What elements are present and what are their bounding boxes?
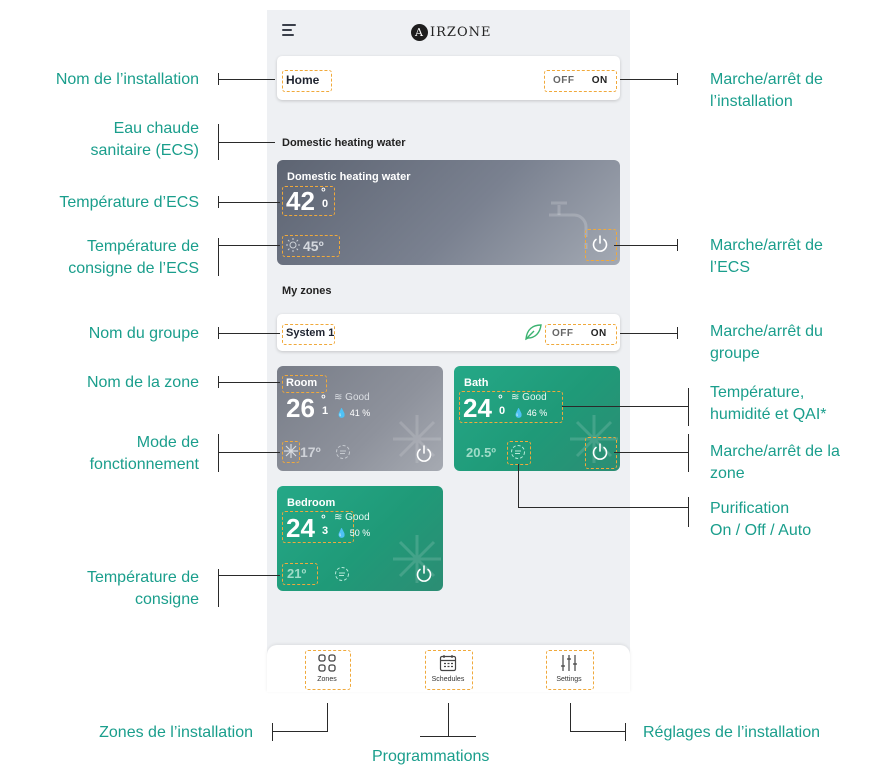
- annotation-group-onoff: Marche/arrêt du groupe: [710, 323, 823, 362]
- annotation-purification: Purification On / Off / Auto: [710, 500, 812, 539]
- group-onoff-toggle[interactable]: OFF ON: [552, 328, 607, 339]
- group-name[interactable]: System 1: [286, 327, 334, 339]
- annotation-dhw-temp: Température d’ECS: [59, 194, 199, 211]
- annotation-setpoint: Température de consigne: [86, 569, 199, 608]
- purification-icon[interactable]: [510, 444, 526, 460]
- nav-schedules[interactable]: Schedules: [424, 676, 472, 683]
- zone-setpoint[interactable]: 20.5º: [466, 445, 496, 460]
- humidity-icon: 💧: [336, 408, 348, 418]
- annotation-settings-install: Réglages de l’installation: [643, 724, 820, 741]
- dhw-temperature: 42: [286, 186, 315, 216]
- air-quality-icon: ≋: [334, 392, 343, 403]
- iaq-value: Good: [522, 392, 547, 403]
- menu-icon[interactable]: [282, 24, 296, 39]
- dhw-section-title: Domestic heating water: [282, 137, 406, 149]
- sun-icon: [286, 238, 300, 252]
- purification-icon[interactable]: [335, 444, 351, 460]
- zone-name: Room: [286, 377, 318, 389]
- on-label: ON: [591, 75, 608, 86]
- on-label: ON: [590, 328, 607, 339]
- zones-grid-icon[interactable]: [318, 654, 336, 672]
- humidity-value: 50 %: [349, 528, 371, 538]
- installation-name[interactable]: Home: [286, 73, 319, 87]
- zone-temperature: 26: [286, 393, 315, 423]
- airzone-logo: A IRZONE: [411, 22, 491, 42]
- iaq-value: Good: [345, 392, 370, 403]
- humidity-value: 41 %: [349, 408, 371, 418]
- off-label: OFF: [553, 75, 575, 86]
- dhw-setpoint[interactable]: 45º: [303, 238, 324, 254]
- zone-temperature: 24: [463, 393, 492, 423]
- annotation-temp-humidity: Température, humidité et QAI*: [710, 384, 827, 423]
- purification-icon[interactable]: [334, 566, 350, 582]
- zones-section-title: My zones: [282, 285, 332, 297]
- humidity-icon: 💧: [336, 528, 348, 538]
- zone-power-icon[interactable]: [590, 442, 610, 462]
- settings-sliders-icon[interactable]: [560, 654, 578, 672]
- annotation-zone-onoff: Marche/arrêt de la zone: [710, 443, 840, 482]
- air-quality-icon: ≋: [334, 512, 343, 523]
- zone-power-icon[interactable]: [414, 564, 434, 584]
- air-quality-icon: ≋: [511, 392, 520, 403]
- dhw-power-icon[interactable]: [590, 234, 610, 254]
- dhw-name: Domestic heating water: [287, 171, 411, 183]
- zone-setpoint[interactable]: 21º: [287, 566, 306, 581]
- humidity-value: 46 %: [526, 408, 548, 418]
- calendar-icon[interactable]: [439, 654, 457, 672]
- annotation-programmations: Programmations: [372, 748, 490, 765]
- zone-name: Bath: [464, 377, 489, 389]
- zone-setpoint[interactable]: 17º: [300, 444, 321, 460]
- annotation-group-name: Nom du groupe: [88, 325, 199, 342]
- zone-power-icon[interactable]: [414, 444, 434, 464]
- nav-settings[interactable]: Settings: [545, 676, 593, 683]
- annotation-zone-name: Nom de la zone: [86, 374, 199, 391]
- eco-leaf-icon[interactable]: [523, 323, 543, 341]
- annotation-dhw: Eau chaude sanitaire (ECS): [90, 120, 199, 159]
- annotation-mode: Mode de fonctionnement: [89, 434, 199, 473]
- cooling-mode-icon[interactable]: [284, 444, 298, 458]
- annotation-dhw-setpoint: Température de consigne de l’ECS: [68, 238, 199, 277]
- zone-name: Bedroom: [287, 497, 336, 509]
- humidity-icon: 💧: [513, 408, 525, 418]
- installation-onoff-toggle[interactable]: OFF ON: [553, 75, 608, 86]
- zone-temperature: 24: [286, 513, 315, 543]
- annotation-install-onoff: Marche/arrêt de l’installation: [710, 71, 823, 110]
- iaq-value: Good: [345, 512, 370, 523]
- off-label: OFF: [552, 328, 574, 339]
- annotation-zones-install: Zones de l’installation: [99, 724, 253, 741]
- annotation-installation-name: Nom de l’installation: [55, 71, 199, 88]
- nav-zones[interactable]: Zones: [303, 676, 351, 683]
- annotation-dhw-onoff: Marche/arrêt de l’ECS: [710, 237, 823, 276]
